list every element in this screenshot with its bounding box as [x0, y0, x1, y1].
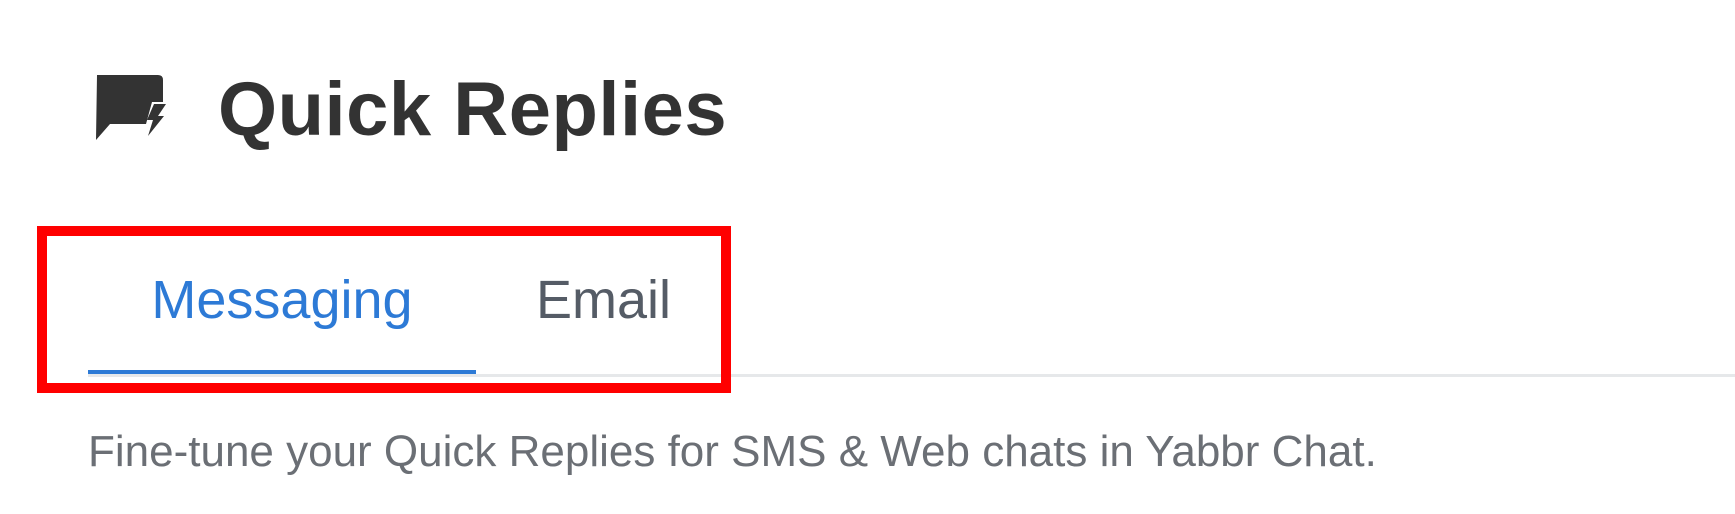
- tab-email[interactable]: Email: [476, 255, 731, 375]
- tab-bar: Messaging Email: [88, 255, 731, 375]
- page-title: Quick Replies: [218, 67, 728, 152]
- quick-reply-chat-bolt-icon: [96, 75, 166, 140]
- tab-messaging-label: Messaging: [151, 270, 413, 330]
- page-description: Fine-tune your Quick Replies for SMS & W…: [88, 427, 1377, 476]
- tab-bar-divider: [88, 374, 1735, 377]
- page-header: Quick Replies: [92, 62, 727, 158]
- quick-replies-page: Quick Replies Messaging Email Fine-tune …: [0, 0, 1735, 514]
- tab-email-label: Email: [535, 270, 672, 330]
- tab-messaging[interactable]: Messaging: [88, 255, 476, 375]
